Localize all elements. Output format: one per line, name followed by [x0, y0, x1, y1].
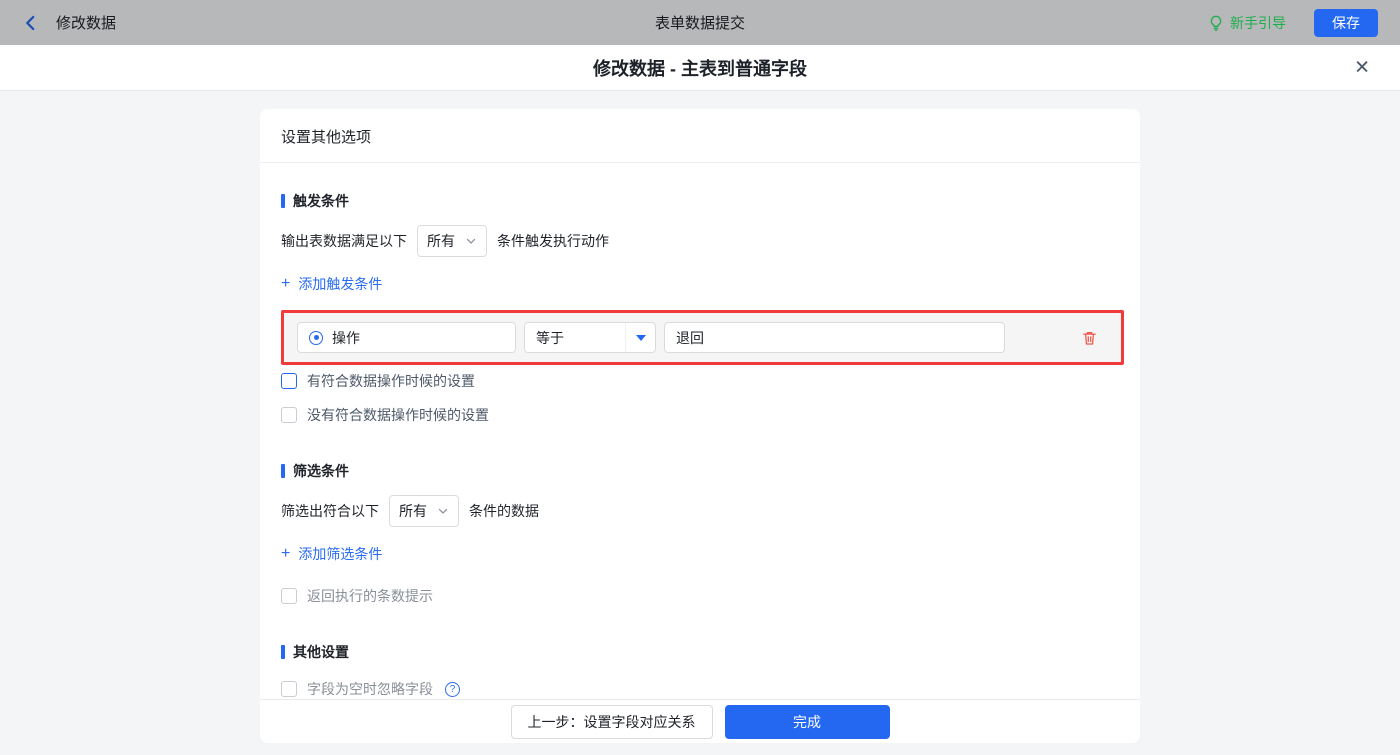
filter-section-title: 筛选条件: [281, 461, 1124, 481]
card-footer: 上一步：设置字段对应关系 完成: [260, 699, 1140, 743]
condition-field-value: 操作: [332, 329, 360, 346]
filter-sentence-pre: 筛选出符合以下: [281, 503, 379, 519]
card-header-title: 设置其他选项: [260, 109, 1140, 163]
plus-icon: +: [281, 545, 291, 562]
condition-operator-value: 等于: [536, 329, 564, 346]
radio-target-icon: [309, 330, 323, 345]
close-icon[interactable]: ✕: [1350, 54, 1374, 81]
guide-label[interactable]: 新手引导: [1230, 13, 1286, 33]
other-section-label: 其他设置: [293, 644, 349, 660]
other-section-title: 其他设置: [281, 642, 1124, 662]
filter-section-label: 筛选条件: [293, 463, 349, 479]
app-title: 表单数据提交: [654, 15, 745, 32]
lightbulb-icon: [1210, 15, 1222, 31]
checkbox-row-ignore-empty[interactable]: 字段为空时忽略字段 ?: [281, 679, 1124, 699]
section-accent-bar: [281, 464, 285, 478]
filter-sentence: 筛选出符合以下 所有 条件的数据: [281, 495, 1124, 527]
app-topbar: 修改数据 表单数据提交 新手引导 保存: [0, 0, 1400, 45]
operator-caret-zone[interactable]: [625, 323, 655, 352]
trash-icon: [1083, 331, 1096, 345]
guide-link[interactable]: 新手引导: [1208, 13, 1286, 33]
topbar-actions: 新手引导 保存: [1208, 8, 1378, 37]
save-button[interactable]: 保存: [1314, 8, 1378, 37]
help-circle-icon[interactable]: ?: [445, 681, 460, 697]
previous-step-button[interactable]: 上一步：设置字段对应关系: [510, 704, 713, 739]
checkbox-ignore-empty[interactable]: [281, 681, 297, 697]
filter-match-value: 所有: [399, 503, 427, 519]
caret-down-icon: [635, 334, 646, 341]
checkbox-no-match-label: 没有符合数据操作时候的设置: [307, 407, 489, 423]
chevron-down-icon: [438, 508, 448, 514]
done-button[interactable]: 完成: [724, 704, 890, 739]
delete-condition-button[interactable]: [1079, 327, 1100, 349]
plus-icon: +: [281, 275, 291, 292]
trigger-section-label: 触发条件: [293, 193, 349, 209]
add-trigger-condition-link[interactable]: + 添加触发条件: [281, 274, 382, 294]
section-accent-bar: [281, 645, 285, 659]
add-filter-condition-link[interactable]: + 添加筛选条件: [281, 544, 382, 564]
checkbox-has-match-label: 有符合数据操作时候的设置: [307, 373, 475, 389]
trigger-condition-row: 操作 等于: [281, 310, 1124, 365]
modal-body: 设置其他选项 触发条件 输出表数据满足以下 所有 条件触发执行动作 + 添加触发…: [0, 91, 1400, 755]
checkbox-has-match[interactable]: [281, 373, 297, 389]
add-trigger-condition-label: 添加触发条件: [298, 276, 383, 292]
checkbox-row-no-match[interactable]: 没有符合数据操作时候的设置: [281, 405, 1124, 425]
chevron-down-icon: [466, 238, 476, 244]
condition-value-input[interactable]: [664, 322, 1005, 353]
trigger-sentence-post: 条件触发执行动作: [497, 233, 609, 249]
filter-match-select[interactable]: 所有: [389, 495, 459, 527]
add-filter-condition-label: 添加筛选条件: [298, 546, 383, 562]
section-accent-bar: [281, 194, 285, 208]
condition-operator-select[interactable]: 等于: [524, 322, 656, 353]
modal-title: 修改数据 - 主表到普通字段: [593, 58, 807, 79]
checkbox-count-tip-label: 返回执行的条数提示: [307, 588, 433, 604]
card-content: 触发条件 输出表数据满足以下 所有 条件触发执行动作 + 添加触发条件 操作 等…: [260, 163, 1140, 699]
checkbox-row-has-match[interactable]: 有符合数据操作时候的设置: [281, 371, 1124, 391]
checkbox-count-tip[interactable]: [281, 588, 297, 604]
checkbox-ignore-empty-label: 字段为空时忽略字段: [307, 681, 433, 697]
modal-header: 修改数据 - 主表到普通字段 ✕: [0, 45, 1400, 91]
checkbox-no-match[interactable]: [281, 407, 297, 423]
settings-card: 设置其他选项 触发条件 输出表数据满足以下 所有 条件触发执行动作 + 添加触发…: [260, 109, 1140, 743]
trigger-section-title: 触发条件: [281, 191, 1124, 211]
checkbox-row-count-tip[interactable]: 返回执行的条数提示: [281, 586, 1124, 606]
trigger-sentence-pre: 输出表数据满足以下: [281, 233, 407, 249]
trigger-match-value: 所有: [427, 233, 455, 249]
trigger-match-select[interactable]: 所有: [417, 225, 487, 257]
condition-field-select[interactable]: 操作: [297, 322, 516, 353]
trigger-sentence: 输出表数据满足以下 所有 条件触发执行动作: [281, 225, 1124, 257]
filter-sentence-post: 条件的数据: [469, 503, 539, 519]
